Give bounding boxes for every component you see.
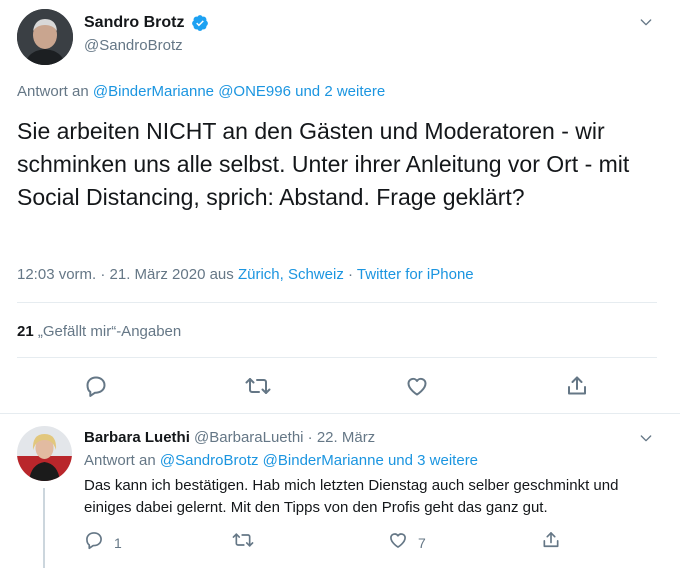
- divider: [17, 357, 657, 358]
- reply-text: Das kann ich bestätigen. Hab mich letzte…: [84, 477, 619, 516]
- likes-count: 21: [17, 323, 34, 340]
- reply-to-more-link[interactable]: und 2 weitere: [295, 83, 385, 100]
- reply-to-user-link[interactable]: @BinderMarianne: [263, 452, 384, 469]
- reply-author-name[interactable]: Barbara Luethi: [84, 429, 190, 446]
- reply-to-more-link[interactable]: und 3 weitere: [388, 452, 478, 469]
- share-icon: [565, 374, 589, 403]
- retweet-button[interactable]: [232, 530, 254, 555]
- tweet-metadata: 12:03 vorm. · 21. März 2020 aus Zürich, …: [17, 265, 474, 285]
- reply-button[interactable]: [84, 374, 108, 403]
- reply-icon: [84, 374, 108, 403]
- share-button[interactable]: [541, 530, 561, 555]
- tweet-timestamp[interactable]: 12:03 vorm. · 21. März 2020 aus: [17, 266, 234, 283]
- likes-label: „Gefällt mir“-Angaben: [37, 323, 182, 340]
- like-button[interactable]: 7: [388, 530, 426, 555]
- retweet-button[interactable]: [245, 374, 271, 403]
- tweet-text: Sie arbeiten NICHT an den Gästen und Mod…: [17, 118, 630, 210]
- thread-line: [43, 488, 45, 568]
- reply-button[interactable]: 1: [84, 530, 122, 555]
- verified-badge-icon: [191, 14, 209, 32]
- reply-count: 1: [114, 534, 122, 551]
- heart-icon: [405, 374, 429, 403]
- reply-author-handle[interactable]: @BarbaraLuethi: [194, 429, 303, 446]
- tweet-client-link[interactable]: Twitter for iPhone: [357, 266, 474, 283]
- share-icon: [541, 530, 561, 555]
- like-button[interactable]: [405, 374, 429, 403]
- reply-to-user-link[interactable]: @ONE996: [218, 83, 291, 100]
- retweet-icon: [232, 530, 254, 555]
- reply-to-line: Antwort an @BinderMarianne @ONE996 und 2…: [17, 82, 385, 102]
- reply-to-line: Antwort an @SandroBrotz @BinderMarianne …: [84, 451, 478, 471]
- likes-stat[interactable]: 21 „Gefällt mir“-Angaben: [17, 322, 181, 342]
- author-handle[interactable]: @SandroBrotz: [84, 36, 183, 56]
- reply-author-avatar[interactable]: [17, 426, 72, 481]
- reply-to-prefix: Antwort an: [84, 452, 156, 469]
- metadata-separator: ·: [348, 266, 353, 283]
- reply-header: Barbara Luethi @BarbaraLuethi · 22. März: [84, 428, 375, 448]
- retweet-icon: [245, 374, 271, 403]
- reply-date[interactable]: · 22. März: [308, 429, 376, 446]
- tweet-location-link[interactable]: Zürich, Schweiz: [238, 266, 344, 283]
- tweet-divider: [0, 413, 680, 414]
- reply-icon: [84, 530, 104, 555]
- reply-to-prefix: Antwort an: [17, 83, 89, 100]
- author-avatar[interactable]: [17, 9, 73, 65]
- reply-to-user-link[interactable]: @BinderMarianne: [93, 83, 214, 100]
- chevron-down-icon[interactable]: [638, 428, 658, 448]
- divider: [17, 302, 657, 303]
- like-count: 7: [418, 534, 426, 551]
- heart-icon: [388, 530, 408, 555]
- reply-to-user-link[interactable]: @SandroBrotz: [160, 452, 259, 469]
- author-name[interactable]: Sandro Brotz: [84, 13, 184, 33]
- share-button[interactable]: [565, 374, 589, 403]
- chevron-down-icon[interactable]: [638, 12, 658, 32]
